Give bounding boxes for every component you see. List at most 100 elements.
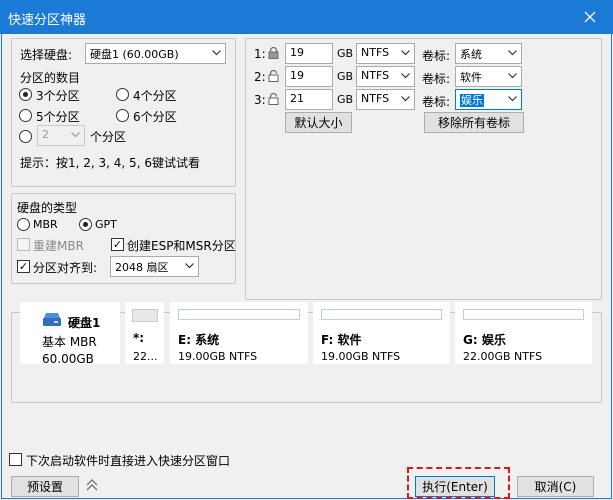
startup-quick-partition-checkbox[interactable] [9, 453, 22, 466]
radio-mbr-label[interactable]: MBR [33, 218, 58, 231]
unlock-icon[interactable] [268, 93, 279, 105]
chevron-down-icon [401, 50, 410, 56]
radio-gpt[interactable] [79, 218, 92, 231]
hard-disk-icon [43, 313, 61, 326]
preview-partition-f[interactable]: F: 软件 19.00GB NTFS [313, 302, 450, 364]
disk-summary[interactable]: 硬盘1 基本 MBR 60.00GB [20, 302, 120, 366]
preview-partition-e-name: E: 系统 [178, 333, 220, 347]
partition-usage-bar [178, 309, 300, 320]
disk-size-text: 60.00GB [42, 352, 94, 366]
partition-1-volume-label-value: 系统 [460, 48, 482, 61]
partition-1-label-prefix: 卷标: [422, 49, 451, 63]
reserved-partition-name: *: [133, 331, 145, 345]
chevron-down-icon [212, 50, 221, 56]
partition-1-unit: GB [337, 47, 354, 60]
preview-partition-g-size: 22.00GB NTFS [463, 350, 543, 363]
chevron-down-icon [185, 263, 194, 269]
partition-1-size[interactable]: 19 [285, 43, 333, 64]
partition-3-size[interactable]: 21 [285, 89, 333, 110]
partition-2-volume-label-value: 软件 [460, 71, 482, 84]
partition-2-size[interactable]: 19 [285, 66, 333, 87]
window-title: 快速分区神器 [8, 13, 87, 28]
partition-3-fs-value: NTFS [361, 92, 390, 105]
preview-partition-g-name: G: 娱乐 [463, 333, 506, 347]
partition-3-label-prefix: 卷标: [422, 95, 451, 109]
partition-usage-bar [321, 309, 442, 320]
chevron-down-icon [71, 132, 80, 138]
custom-partition-count-value: 2 [42, 128, 49, 141]
preset-button[interactable]: 预设置 [11, 476, 79, 497]
custom-partition-count[interactable]: 2 [37, 125, 85, 146]
chevron-down-icon [508, 73, 517, 79]
disk-select[interactable]: 硬盘1 (60.00GB) [85, 43, 226, 64]
radio-custom-partitions[interactable] [19, 130, 32, 143]
custom-partition-suffix: 个分区 [90, 130, 127, 144]
partition-usage-bar [463, 309, 584, 320]
partition-count-label: 分区的数目 [20, 71, 81, 85]
reserved-partition-size: 22... [133, 350, 158, 363]
disk-type-text: 基本 MBR [42, 335, 97, 349]
create-esp-msr-checkbox[interactable]: ✓ [111, 238, 124, 251]
radio-5-partitions[interactable] [19, 109, 32, 122]
reserved-partition-bar [132, 309, 158, 322]
preview-partition-g[interactable]: G: 娱乐 22.00GB NTFS [455, 302, 592, 364]
partition-1-size-value: 19 [290, 46, 304, 59]
partition-2-label-prefix: 卷标: [422, 72, 451, 86]
align-partitions-checkbox[interactable]: ✓ [17, 260, 30, 273]
partition-2-index: 2: [254, 70, 266, 84]
unlock-icon[interactable] [268, 70, 279, 82]
partition-3-size-value: 21 [290, 92, 304, 105]
startup-quick-partition-label[interactable]: 下次启动软件时直接进入快速分区窗口 [26, 452, 230, 469]
disk-select-label: 选择硬盘: [20, 48, 73, 62]
radio-3-partitions-label[interactable]: 3个分区 [36, 87, 80, 104]
partition-2-fs[interactable]: NTFS [356, 66, 415, 87]
partition-2-fs-value: NTFS [361, 69, 390, 82]
align-sectors-value: 2048 扇区 [115, 261, 169, 274]
radio-4-partitions-label[interactable]: 4个分区 [133, 87, 177, 104]
preview-partition-f-name: F: 软件 [321, 333, 362, 347]
partition-3-volume-label-value: 娱乐 [460, 94, 484, 107]
double-chevron-up-icon[interactable] [86, 478, 98, 492]
execute-button[interactable]: 执行(Enter) [415, 476, 495, 497]
chevron-down-icon [401, 96, 410, 102]
partition-2-volume-label[interactable]: 软件 [455, 66, 522, 87]
partition-3-unit: GB [337, 93, 354, 106]
default-size-button[interactable]: 默认大小 [285, 112, 352, 133]
partition-1-volume-label[interactable]: 系统 [455, 43, 522, 64]
radio-6-partitions[interactable] [116, 109, 129, 122]
radio-gpt-label[interactable]: GPT [95, 218, 117, 231]
radio-6-partitions-label[interactable]: 6个分区 [133, 108, 177, 125]
chevron-down-icon [401, 73, 410, 79]
partition-1-fs[interactable]: NTFS [356, 43, 415, 64]
title-bar: 快速分区神器 [0, 0, 613, 34]
preview-partition-f-size: 19.00GB NTFS [321, 350, 401, 363]
radio-mbr[interactable] [17, 218, 30, 231]
lock-icon[interactable] [268, 47, 279, 59]
align-sectors-select[interactable]: 2048 扇区 [110, 256, 199, 277]
preview-partition-e[interactable]: E: 系统 19.00GB NTFS [170, 302, 308, 364]
close-icon [584, 11, 596, 23]
reserved-partition[interactable]: *: 22... [125, 302, 164, 364]
partition-2-size-value: 19 [290, 69, 304, 82]
disk-name: 硬盘1 [68, 316, 101, 330]
disk-select-value: 硬盘1 (60.00GB) [90, 48, 179, 61]
partition-3-index: 3: [254, 93, 266, 107]
rebuild-mbr-label[interactable]: 重建MBR [33, 237, 84, 254]
cancel-button[interactable]: 取消(C) [517, 476, 594, 497]
rebuild-mbr-checkbox[interactable] [17, 238, 30, 251]
close-button[interactable] [567, 0, 613, 34]
chevron-down-icon [508, 96, 517, 102]
create-esp-msr-label[interactable]: 创建ESP和MSR分区 [127, 237, 236, 254]
align-partitions-label[interactable]: 分区对齐到: [33, 259, 97, 276]
chevron-down-icon [508, 50, 517, 56]
remove-all-labels-button[interactable]: 移除所有卷标 [424, 112, 524, 133]
radio-4-partitions[interactable] [116, 88, 129, 101]
partition-3-fs[interactable]: NTFS [356, 89, 415, 110]
preview-partition-e-size: 19.00GB NTFS [178, 350, 258, 363]
partition-3-volume-label[interactable]: 娱乐 [455, 89, 522, 110]
radio-3-partitions[interactable] [19, 88, 32, 101]
partition-1-index: 1: [254, 47, 266, 61]
radio-5-partitions-label[interactable]: 5个分区 [36, 108, 80, 125]
hint-text: 提示：按1, 2, 3, 4, 5, 6键试试看 [20, 156, 200, 170]
partition-2-unit: GB [337, 70, 354, 83]
